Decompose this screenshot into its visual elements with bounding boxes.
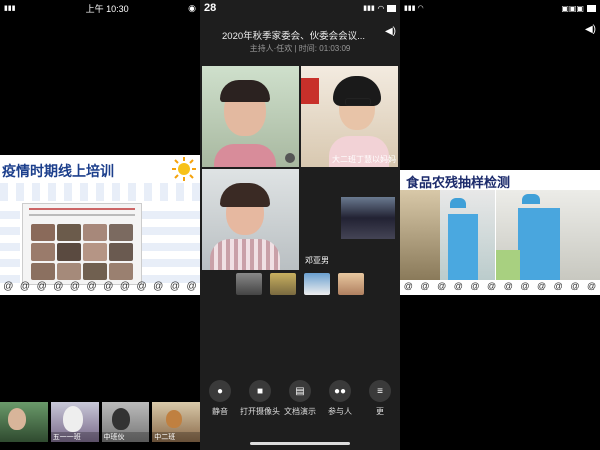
participant-name: 大二班丁慧以妈妈 xyxy=(332,155,396,164)
thumbnail-label: 中班伙 xyxy=(101,432,150,442)
signal-icon: ▮▮▮ xyxy=(363,5,375,12)
spiral-border: @ @ @ @ @ @ @ @ @ @ @ @ xyxy=(3,281,197,292)
status-bar: 28 ▮▮▮ ◠ xyxy=(200,0,400,16)
sun-icon xyxy=(172,157,196,181)
participant-thumbnails: 五一一班 中班伙 中二班 xyxy=(0,402,200,442)
participant-thumbnail[interactable] xyxy=(338,273,364,295)
signal-icon: ▮▮▮ xyxy=(4,5,16,12)
food-inspection-slide: 食品农残抽样检测 @ @ @ @ @ @ @ @ @ @ @ @ xyxy=(400,170,600,295)
training-slide: 疫情时期线上培训 @ @ @ @ @ @ @ @ @ @ @ @ xyxy=(0,155,200,295)
mic-off-icon: ● xyxy=(209,380,231,402)
participant-name: 邓亚男 xyxy=(305,256,329,265)
left-screenshot: ▮▮▮ 上午 10:30 ◉ 疫情时期线上培训 @ @ @ @ @ @ @ @ … xyxy=(0,0,200,450)
thumbnail[interactable]: 五一一班 xyxy=(50,402,99,442)
home-indicator[interactable] xyxy=(250,442,350,445)
battery-icon xyxy=(587,4,596,12)
battery-icon xyxy=(387,4,396,12)
mute-button[interactable]: ● 静音 xyxy=(200,380,240,426)
slide-title: 食品农残抽样检测 xyxy=(406,176,511,191)
participant-thumbnail[interactable] xyxy=(270,273,296,295)
meeting-subtitle: 主持人·任欢 | 时间: 01:03:09 xyxy=(249,44,351,53)
video-tile[interactable] xyxy=(202,66,299,167)
share-doc-icon: ▤ xyxy=(289,380,311,402)
status-time: 28 xyxy=(204,2,217,14)
photo xyxy=(440,190,495,280)
share-doc-button[interactable]: ▤ 文档演示 xyxy=(280,380,320,426)
participants-button[interactable]: ●● 参与人 xyxy=(320,380,360,426)
status-bar: ▮▮▮ 上午 10:30 ◉ xyxy=(0,0,200,16)
slide-title: 疫情时期线上培训 xyxy=(2,164,114,180)
mic-muted-icon xyxy=(285,153,295,163)
speaker-icon[interactable]: ◀) xyxy=(385,26,396,37)
meeting-screen: 28 ▮▮▮ ◠ 2020年秋季家委会、伙委会会议... ◀) 主持人·任欢 |… xyxy=(200,0,400,450)
camera-button[interactable]: ■ 打开摄像头 xyxy=(240,380,280,426)
photo xyxy=(496,190,600,280)
participants-icon: ●● xyxy=(329,380,351,402)
participant-strip xyxy=(200,273,400,297)
document-screenshot xyxy=(22,203,142,285)
thumbnail-label: 五一一班 xyxy=(50,432,99,442)
meeting-toolbar: ● 静音 ■ 打开摄像头 ▤ 文档演示 ●● 参与人 ≡ 更 xyxy=(200,380,400,426)
status-bar: ▮▮▮ ◠ ▣▣▣ xyxy=(400,0,600,16)
photo xyxy=(400,190,440,280)
video-tile[interactable] xyxy=(202,169,299,270)
status-time: 上午 10:30 xyxy=(85,3,129,14)
thumbnail[interactable]: 中二班 xyxy=(152,402,200,442)
signal-icon: ▮▮▮ ◠ xyxy=(404,5,424,12)
video-tile[interactable]: 大二班丁慧以妈妈 xyxy=(301,66,398,167)
notification-icon: ▣▣▣ xyxy=(561,3,584,13)
wifi-icon: ◠ xyxy=(377,3,384,13)
thumbnail-label: 中二班 xyxy=(152,432,200,442)
participant-thumbnail[interactable] xyxy=(304,273,330,295)
participant-thumbnail[interactable] xyxy=(236,273,262,295)
more-icon: ≡ xyxy=(369,380,391,402)
speaker-icon[interactable]: ◀) xyxy=(585,24,596,35)
video-tile[interactable]: 邓亚男 xyxy=(301,169,398,270)
more-button[interactable]: ≡ 更 xyxy=(360,380,400,426)
thumbnail[interactable]: 中班伙 xyxy=(101,402,150,442)
right-screenshot: ▮▮▮ ◠ ▣▣▣ ◀) 食品农残抽样检测 @ @ @ @ @ @ @ @ @ @ @ @ xyxy=(400,0,600,450)
meeting-title: 2020年秋季家委会、伙委会会议... xyxy=(222,31,366,42)
spiral-border: @ @ @ @ @ @ @ @ @ @ @ @ xyxy=(403,281,597,291)
location-icon: ◉ xyxy=(188,2,196,13)
thumbnail[interactable] xyxy=(0,402,48,442)
camera-off-icon: ■ xyxy=(249,380,271,402)
